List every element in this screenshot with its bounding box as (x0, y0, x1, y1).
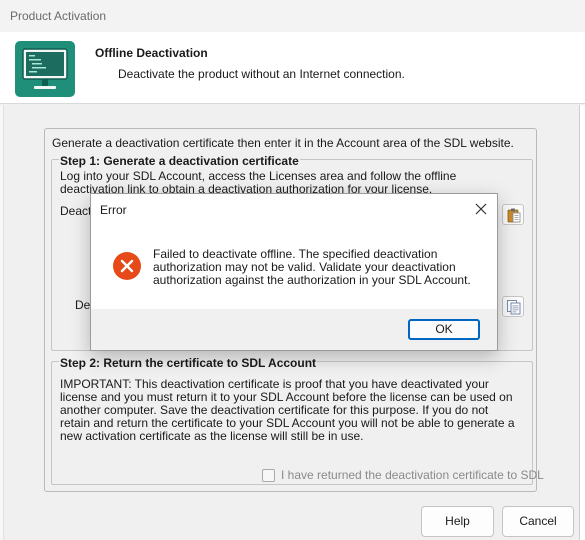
header-title: Offline Deactivation (95, 46, 208, 60)
step2-description: IMPORTANT: This deactivation certificate… (60, 377, 515, 443)
monitor-code-icon (15, 41, 75, 97)
left-edge (0, 105, 4, 540)
cancel-button[interactable]: Cancel (502, 506, 574, 537)
returned-checkbox[interactable] (262, 469, 275, 482)
help-button[interactable]: Help (421, 506, 494, 537)
error-icon (113, 252, 141, 280)
paste-icon (507, 208, 521, 223)
copy-button[interactable] (502, 296, 524, 317)
returned-checkbox-label[interactable]: I have returned the deactivation certifi… (281, 468, 544, 482)
error-dialog-title: Error (100, 203, 127, 217)
close-icon[interactable] (471, 200, 491, 218)
title-bar: Product Activation (0, 0, 585, 32)
header-subtitle: Deactivate the product without an Intern… (118, 67, 405, 81)
step1-heading: Step 1: Generate a deactivation certific… (59, 154, 300, 168)
error-message: Failed to deactivate offline. The specif… (153, 247, 471, 287)
ok-button[interactable]: OK (408, 319, 480, 340)
error-dialog: Error Failed to deactivate offline. The … (90, 193, 498, 351)
header: Offline Deactivation Deactivate the prod… (0, 32, 585, 104)
paste-button[interactable] (502, 204, 524, 225)
right-edge (579, 105, 585, 540)
step2-heading: Step 2: Return the certificate to SDL Ac… (59, 356, 318, 370)
window-title: Product Activation (10, 9, 107, 23)
error-dialog-footer: OK (91, 309, 497, 350)
intro-text: Generate a deactivation certificate then… (52, 136, 514, 150)
step2-group: Step 2: Return the certificate to SDL Ac… (51, 356, 544, 485)
copy-icon (507, 300, 521, 315)
